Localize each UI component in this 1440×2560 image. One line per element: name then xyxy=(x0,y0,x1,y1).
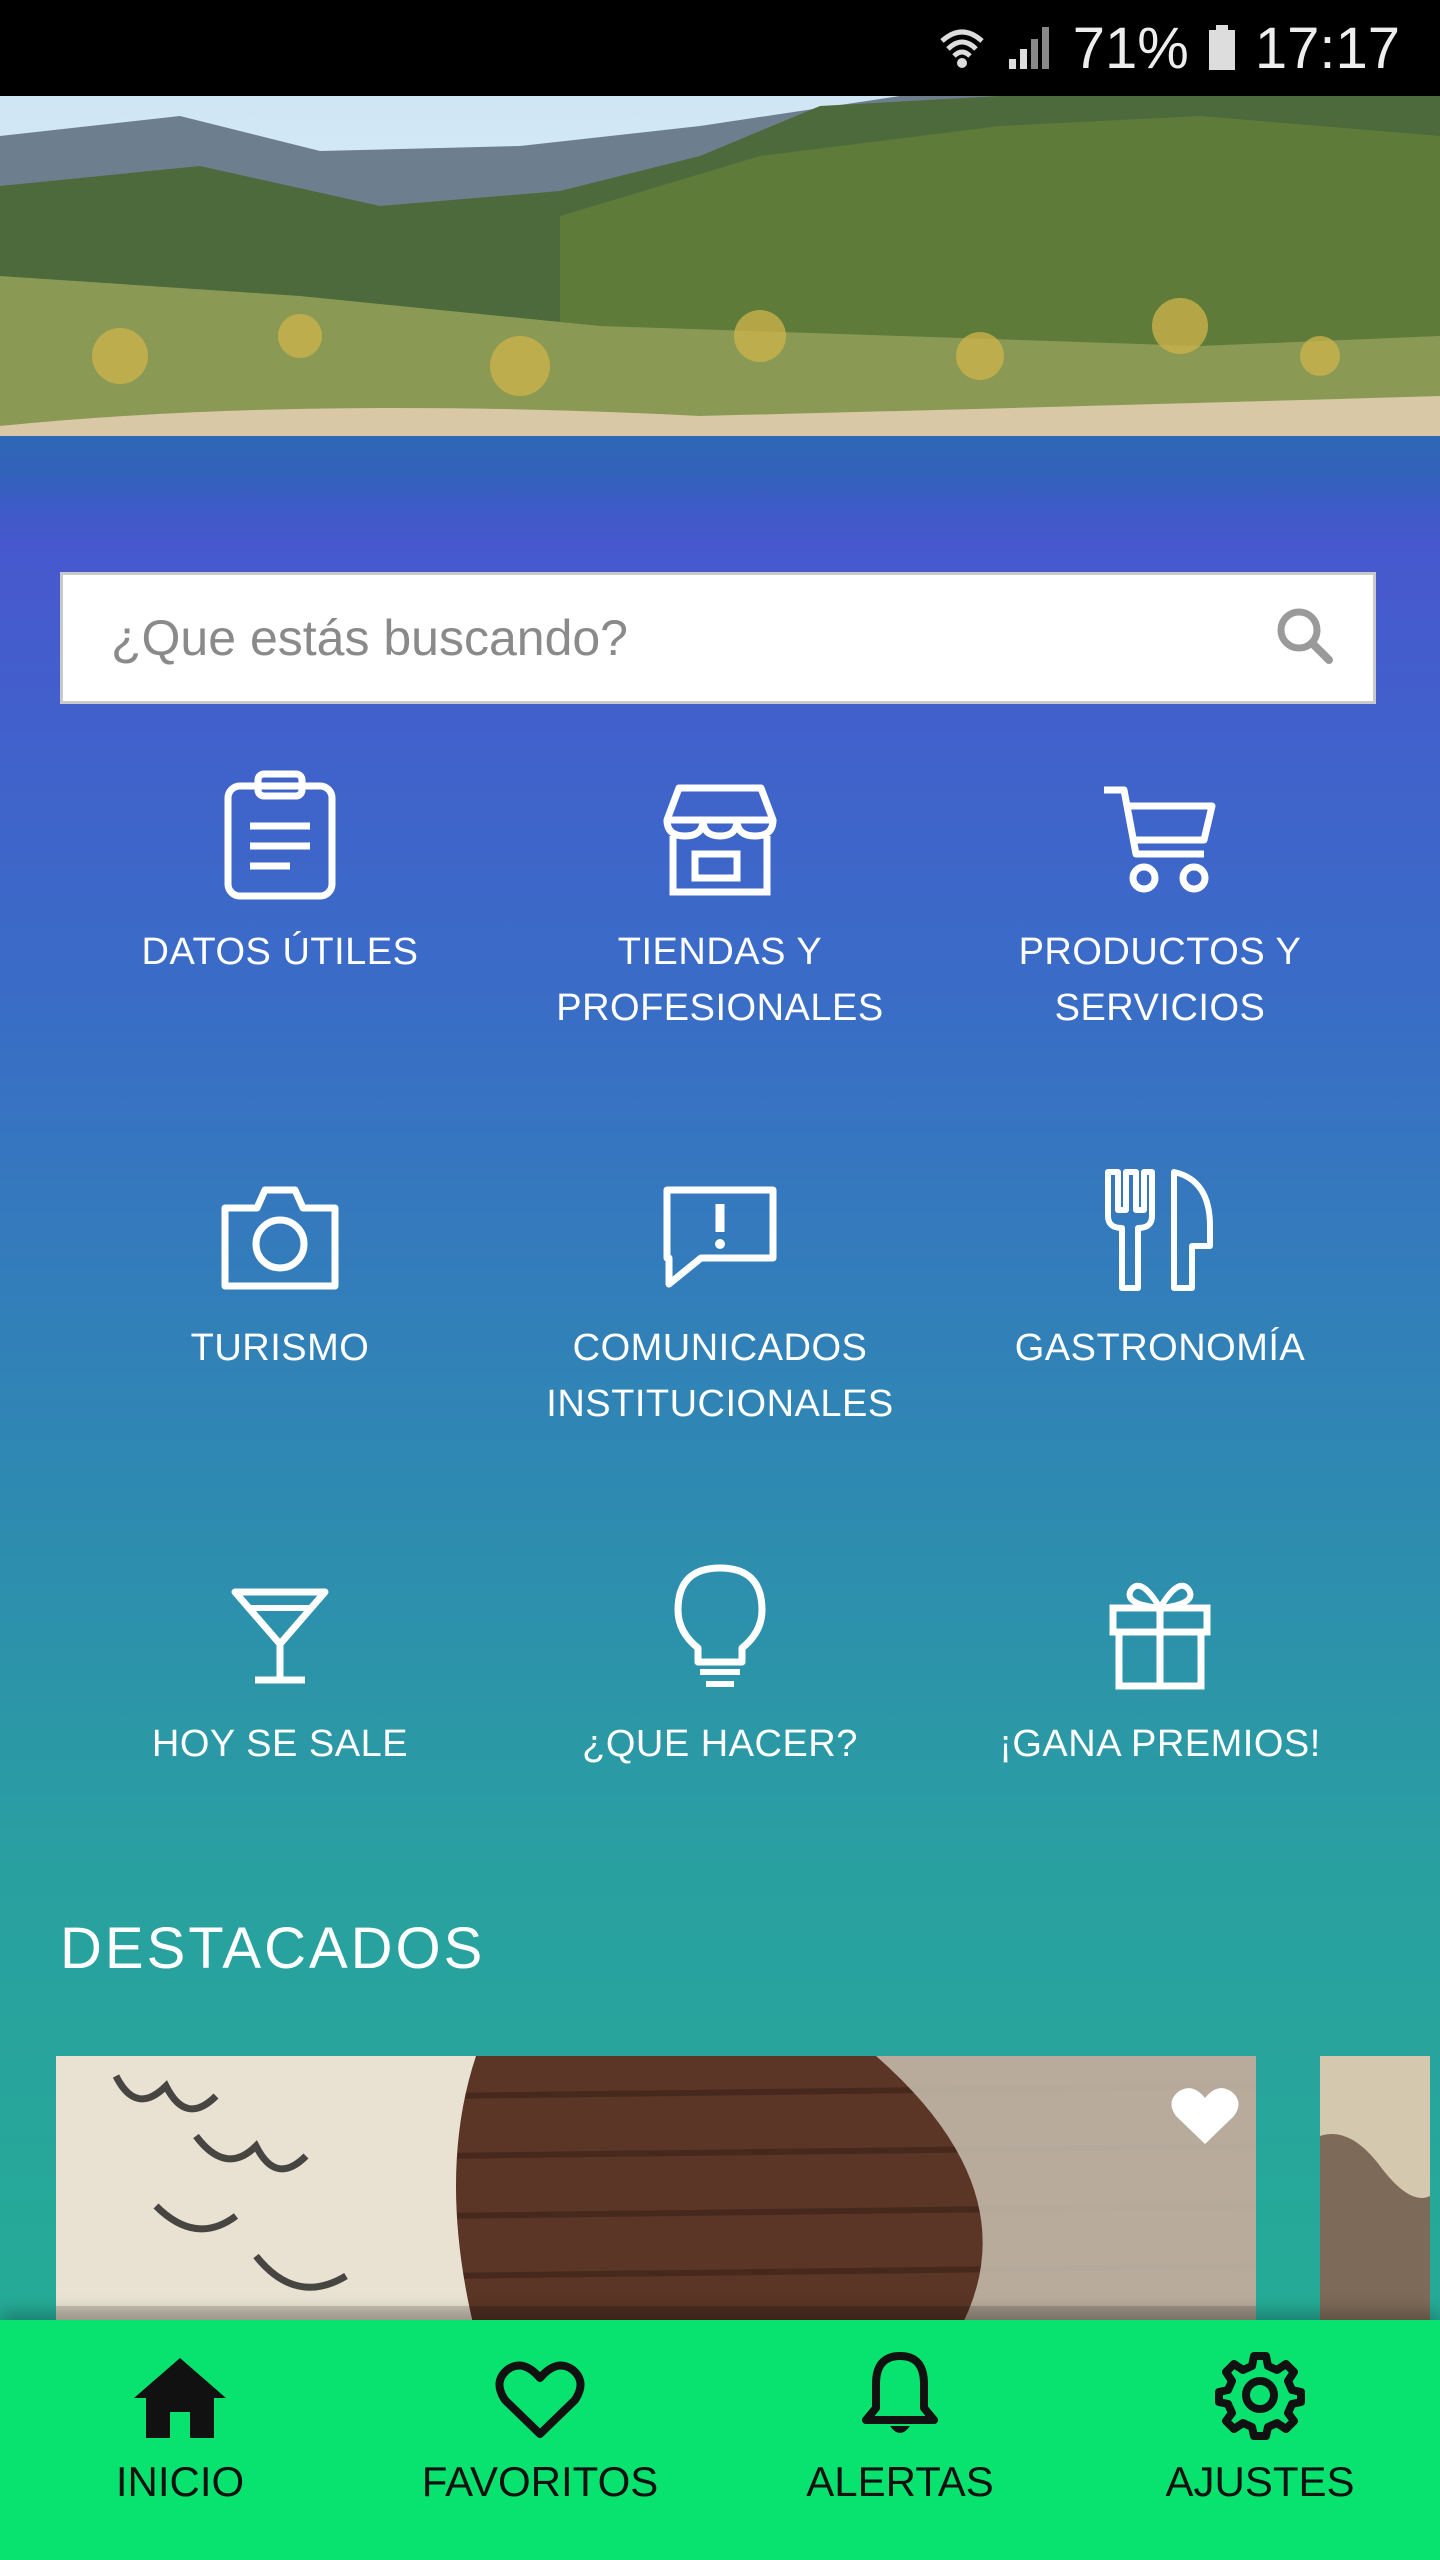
nav-alertas[interactable]: ALERTAS xyxy=(720,2320,1080,2560)
search-input[interactable]: ¿Que estás buscando? xyxy=(111,609,1273,667)
category-label-2: SERVICIOS xyxy=(1054,987,1266,1029)
alert-message-icon xyxy=(500,1156,940,1296)
category-label-2: PROFESIONALES xyxy=(556,987,884,1029)
store-icon xyxy=(500,760,940,900)
clipboard-icon xyxy=(60,760,500,900)
category-productos[interactable]: PRODUCTOS Y SERVICIOS xyxy=(940,760,1380,1036)
featured-section-title: DESTACADOS xyxy=(60,1916,486,1981)
lightbulb-icon xyxy=(500,1552,940,1692)
search-icon[interactable] xyxy=(1273,604,1337,673)
heart-icon xyxy=(360,2320,720,2440)
featured-card-image xyxy=(56,2056,1256,2336)
home-icon xyxy=(0,2320,360,2440)
category-gastronomia[interactable]: GASTRONOMÍA xyxy=(940,1156,1380,1376)
category-label: HOY SE SALE xyxy=(151,1723,409,1765)
nav-label: FAVORITOS xyxy=(421,2458,659,2505)
category-turismo[interactable]: TURISMO xyxy=(60,1156,500,1376)
featured-card-next-image xyxy=(1320,2056,1430,2336)
category-que-hacer[interactable]: ¿QUE HACER? xyxy=(500,1552,940,1772)
nav-label: ALERTAS xyxy=(806,2458,994,2505)
nav-label: AJUSTES xyxy=(1165,2458,1355,2505)
category-label: ¡GANA PREMIOS! xyxy=(999,1723,1321,1765)
fork-knife-icon xyxy=(940,1156,1380,1296)
category-label-2: INSTITUCIONALES xyxy=(546,1383,894,1425)
category-label: TURISMO xyxy=(190,1327,370,1369)
signal-icon xyxy=(1005,23,1055,73)
category-label: DATOS ÚTILES xyxy=(141,931,419,973)
favorite-heart-icon[interactable] xyxy=(1170,2084,1240,2151)
featured-card[interactable] xyxy=(56,2056,1256,2336)
search-bar[interactable]: ¿Que estás buscando? xyxy=(60,572,1376,704)
gear-icon xyxy=(1080,2320,1440,2440)
battery-icon xyxy=(1207,23,1237,73)
nav-favoritos[interactable]: FAVORITOS xyxy=(360,2320,720,2560)
battery-percent: 71% xyxy=(1072,15,1189,81)
hero-fade xyxy=(0,470,1440,550)
category-datos-utiles[interactable]: DATOS ÚTILES xyxy=(60,760,500,980)
category-tiendas[interactable]: TIENDAS Y PROFESIONALES xyxy=(500,760,940,1036)
status-bar: 71% 17:17 xyxy=(0,0,1440,96)
category-gana-premios[interactable]: ¡GANA PREMIOS! xyxy=(940,1552,1380,1772)
nav-ajustes[interactable]: AJUSTES xyxy=(1080,2320,1440,2560)
category-label: TIENDAS Y xyxy=(617,931,823,973)
category-hoy-se-sale[interactable]: HOY SE SALE xyxy=(60,1552,500,1772)
bell-icon xyxy=(720,2320,1080,2440)
category-label: ¿QUE HACER? xyxy=(582,1723,858,1765)
category-label: GASTRONOMÍA xyxy=(1014,1327,1306,1369)
cart-icon xyxy=(940,760,1380,900)
featured-card-next[interactable] xyxy=(1320,2056,1430,2336)
nav-label: INICIO xyxy=(115,2458,245,2505)
wifi-icon xyxy=(937,23,987,73)
category-label: COMUNICADOS xyxy=(572,1327,868,1369)
clock: 17:17 xyxy=(1254,15,1400,81)
category-comunicados[interactable]: COMUNICADOS INSTITUCIONALES xyxy=(500,1156,940,1432)
gift-icon xyxy=(940,1552,1380,1692)
bottom-navigation: INICIO FAVORITOS ALERTAS AJUSTES xyxy=(0,2320,1440,2560)
nav-inicio[interactable]: INICIO xyxy=(0,2320,360,2560)
camera-icon xyxy=(60,1156,500,1296)
category-label: PRODUCTOS Y xyxy=(1018,931,1302,973)
cocktail-icon xyxy=(60,1552,500,1692)
